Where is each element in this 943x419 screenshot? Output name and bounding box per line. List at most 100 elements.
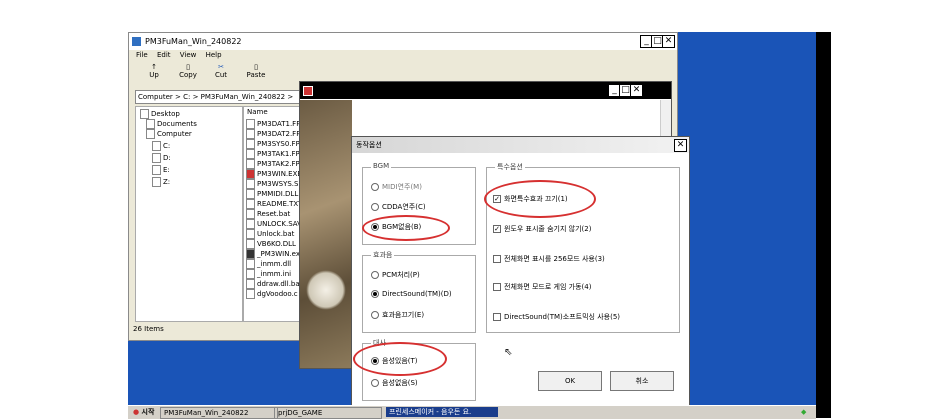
file-icon [246,289,255,299]
fullscreen-mode-checkbox[interactable]: 전체화면 모드로 게임 가동(4) [493,282,591,292]
drive-icon [152,153,161,163]
list-item[interactable]: Reset.bat [246,209,290,219]
list-item[interactable]: _inmm.dll [246,259,291,269]
file-icon [246,229,255,239]
exe-icon [246,169,255,179]
dialog-title: 동작옵션 [356,141,382,149]
menu-bar: File Edit View Help [129,50,677,61]
menu-view[interactable]: View [180,51,197,59]
cancel-button[interactable]: 취소 [610,371,674,391]
dialog-close-button[interactable]: ✕ [674,139,687,152]
taskbar-visible-checkbox[interactable]: ✓ 윈도우 표시줄 숨기지 않기(2) [493,224,591,234]
special-group-label: 특수옵션 [495,162,525,172]
list-item[interactable]: UNLOCK.SAV [246,219,302,229]
file-icon [246,189,255,199]
list-item[interactable]: README.TXT [246,199,302,209]
game-app-icon [303,86,313,96]
exe-icon [246,249,255,259]
close-button[interactable]: ✕ [662,35,675,48]
ok-button[interactable]: OK [538,371,602,391]
start-icon: ● [133,408,140,416]
file-icon [246,199,255,209]
tree-c-drive[interactable]: C: [152,141,170,151]
dialog-titlebar[interactable]: 동작옵션 ✕ [352,137,689,153]
tree-e-drive[interactable]: E: [152,165,170,175]
name-column-header[interactable]: Name [247,108,268,116]
file-icon [246,219,255,229]
menu-help[interactable]: Help [206,51,222,59]
screen-edge [816,32,831,418]
taskbar-item-explorer[interactable]: PM3FuMan_Win_240822 [160,407,278,419]
sfx-group-label: 효과음 [371,250,395,260]
tree-documents[interactable]: Documents [146,119,197,129]
game-scrollbar[interactable] [660,100,671,140]
game-titlebar[interactable]: _ □ ✕ [300,82,671,99]
sfx-directsound-radio[interactable]: DirectSound(TM)(D) [371,290,452,298]
list-item[interactable]: ddraw.dll.bal [246,279,302,289]
address-bar[interactable]: Computer > C: > PM3FuMan_Win_240822 > [135,90,305,104]
voice-off-radio[interactable]: 음성없음(S) [371,378,418,388]
file-icon [246,279,255,289]
copy-icon: ▯ [186,63,190,71]
tree-z-drive[interactable]: Z: [152,177,170,187]
drive-icon [152,177,161,187]
list-item[interactable]: dgVoodoo.c [246,289,298,299]
list-item[interactable]: _inmm.ini [246,269,291,279]
highlight-circle-special [484,180,596,218]
window-title: PM3FuMan_Win_240822 [145,37,242,46]
list-item[interactable]: VB6KO.DLL [246,239,296,249]
list-item[interactable]: PM3WIN.EXE [246,169,302,179]
taskbar: ● 시작 PM3FuMan_Win_240822 prjDG_GAME 프린세스… [128,405,816,419]
bgm-cdda-radio[interactable]: CDDA연주(C) [371,202,426,212]
taskbar-item-princess-maker[interactable]: 프린세스메이커 - 음우돈 요. [386,407,498,417]
flower-decoration [306,270,346,310]
sfx-group: 효과음 PCM처리(P) DirectSound(TM)(D) 효과음끄기(E) [362,250,476,333]
list-item[interactable]: PM3WSYS.S [246,179,298,189]
paste-button[interactable]: ▯ Paste [241,63,271,79]
list-item[interactable]: PMMIDI.DLL [246,189,298,199]
tray-icon[interactable]: ◆ [798,407,809,417]
list-item[interactable]: Unlock.bat [246,229,294,239]
cut-button[interactable]: ✂ Cut [206,63,236,79]
file-icon [246,259,255,269]
sfx-pcm-radio[interactable]: PCM처리(P) [371,270,420,280]
software-mixing-checkbox[interactable]: DirectSound(TM)소프트믹싱 사용(5) [493,312,620,322]
game-artwork [300,100,352,368]
paste-icon: ▯ [254,63,258,71]
mouse-cursor-icon: ⇖ [504,347,513,358]
list-item[interactable]: PM3TAK2.FP [246,159,300,169]
list-item[interactable]: _PM3WIN.ex [246,249,300,259]
start-button[interactable]: ● 시작 [130,407,157,417]
file-icon [246,159,255,169]
list-item[interactable]: PM3SYS0.FP [246,139,300,149]
drive-icon [152,141,161,151]
copy-button[interactable]: ▯ Copy [173,63,203,79]
list-item[interactable]: PM3TAK1.FP [246,149,300,159]
menu-edit[interactable]: Edit [157,51,171,59]
taskbar-item-game[interactable]: prjDG_GAME [274,407,382,419]
highlight-circle-voice [353,342,447,376]
bgm-midi-radio[interactable]: MIDI연주(M) [371,182,422,192]
up-button[interactable]: ↑ Up [139,63,169,79]
tree-d-drive[interactable]: D: [152,153,171,163]
list-item[interactable]: PM3DAT2.FP [246,129,300,139]
up-arrow-icon: ↑ [151,63,157,71]
tree-desktop[interactable]: Desktop [140,109,180,119]
desktop-icon [140,109,149,119]
fullscreen-256-checkbox[interactable]: 전체화면 표시를 256모드 사용(3) [493,254,605,264]
file-icon [246,119,255,129]
file-icon [246,149,255,159]
drive-icon [152,165,161,175]
tree-computer[interactable]: Computer [146,129,192,139]
sfx-off-radio[interactable]: 효과음끄기(E) [371,310,424,320]
file-icon [246,209,255,219]
menu-file[interactable]: File [136,51,148,59]
list-item[interactable]: PM3DAT1.FP [246,119,300,129]
explorer-titlebar[interactable]: PM3FuMan_Win_240822 _ □ ✕ [129,33,677,50]
computer-icon [146,129,155,139]
app-icon [132,37,141,46]
bgm-group-label: BGM [371,162,392,170]
game-close-button[interactable]: ✕ [630,84,643,97]
file-icon [246,129,255,139]
status-bar: 26 Items [133,325,164,333]
